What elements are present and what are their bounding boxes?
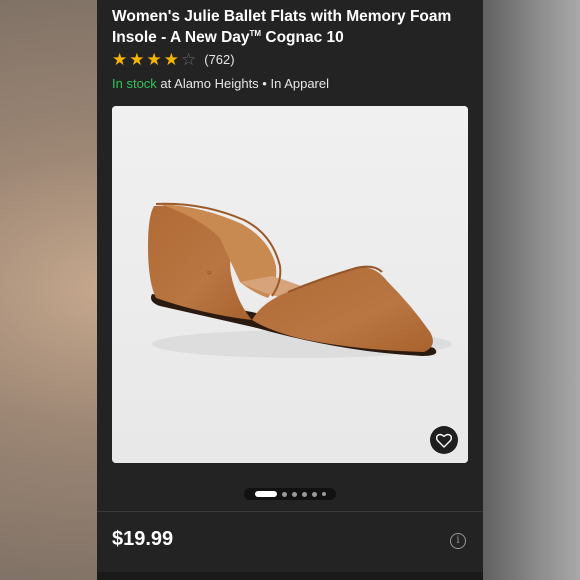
carousel-dot[interactable] — [291, 491, 297, 497]
product-screen: Women's Julie Ballet Flats with Memory F… — [97, 0, 483, 580]
carousel-pagination[interactable] — [244, 488, 336, 500]
shoe-image: a — [112, 106, 468, 463]
favorite-button[interactable] — [430, 426, 458, 454]
carousel-dot-active[interactable] — [254, 491, 277, 497]
star-icon: ★ — [112, 49, 128, 69]
trademark-symbol: TM — [249, 28, 262, 38]
stock-status: In stock — [112, 76, 157, 91]
info-icon[interactable]: i — [450, 533, 466, 549]
backdrop-right — [480, 0, 580, 580]
product-title: Women's Julie Ballet Flats with Memory F… — [112, 6, 474, 48]
product-image[interactable]: a — [112, 106, 468, 463]
star-icon: ★ — [163, 49, 179, 69]
carousel-dot[interactable] — [301, 491, 307, 497]
carousel-dot[interactable] — [281, 491, 287, 497]
star-icon: ★ — [129, 49, 145, 69]
review-count[interactable]: (762) — [204, 52, 234, 67]
stock-location: at Alamo Heights • In Apparel — [156, 76, 330, 91]
bottom-bar — [97, 572, 483, 580]
price: $19.99 — [112, 528, 174, 550]
carousel-dot[interactable] — [311, 491, 317, 497]
star-outline-icon: ☆ — [181, 49, 197, 69]
carousel-dot[interactable] — [321, 492, 326, 496]
heart-icon — [436, 433, 452, 448]
divider — [97, 511, 483, 512]
product-variant: Cognac 10 — [261, 29, 344, 46]
rating[interactable]: ★ ★ ★ ★ ☆ (762) — [112, 50, 235, 68]
stock-info: In stock at Alamo Heights • In Apparel — [112, 76, 329, 91]
star-icon: ★ — [146, 49, 162, 69]
